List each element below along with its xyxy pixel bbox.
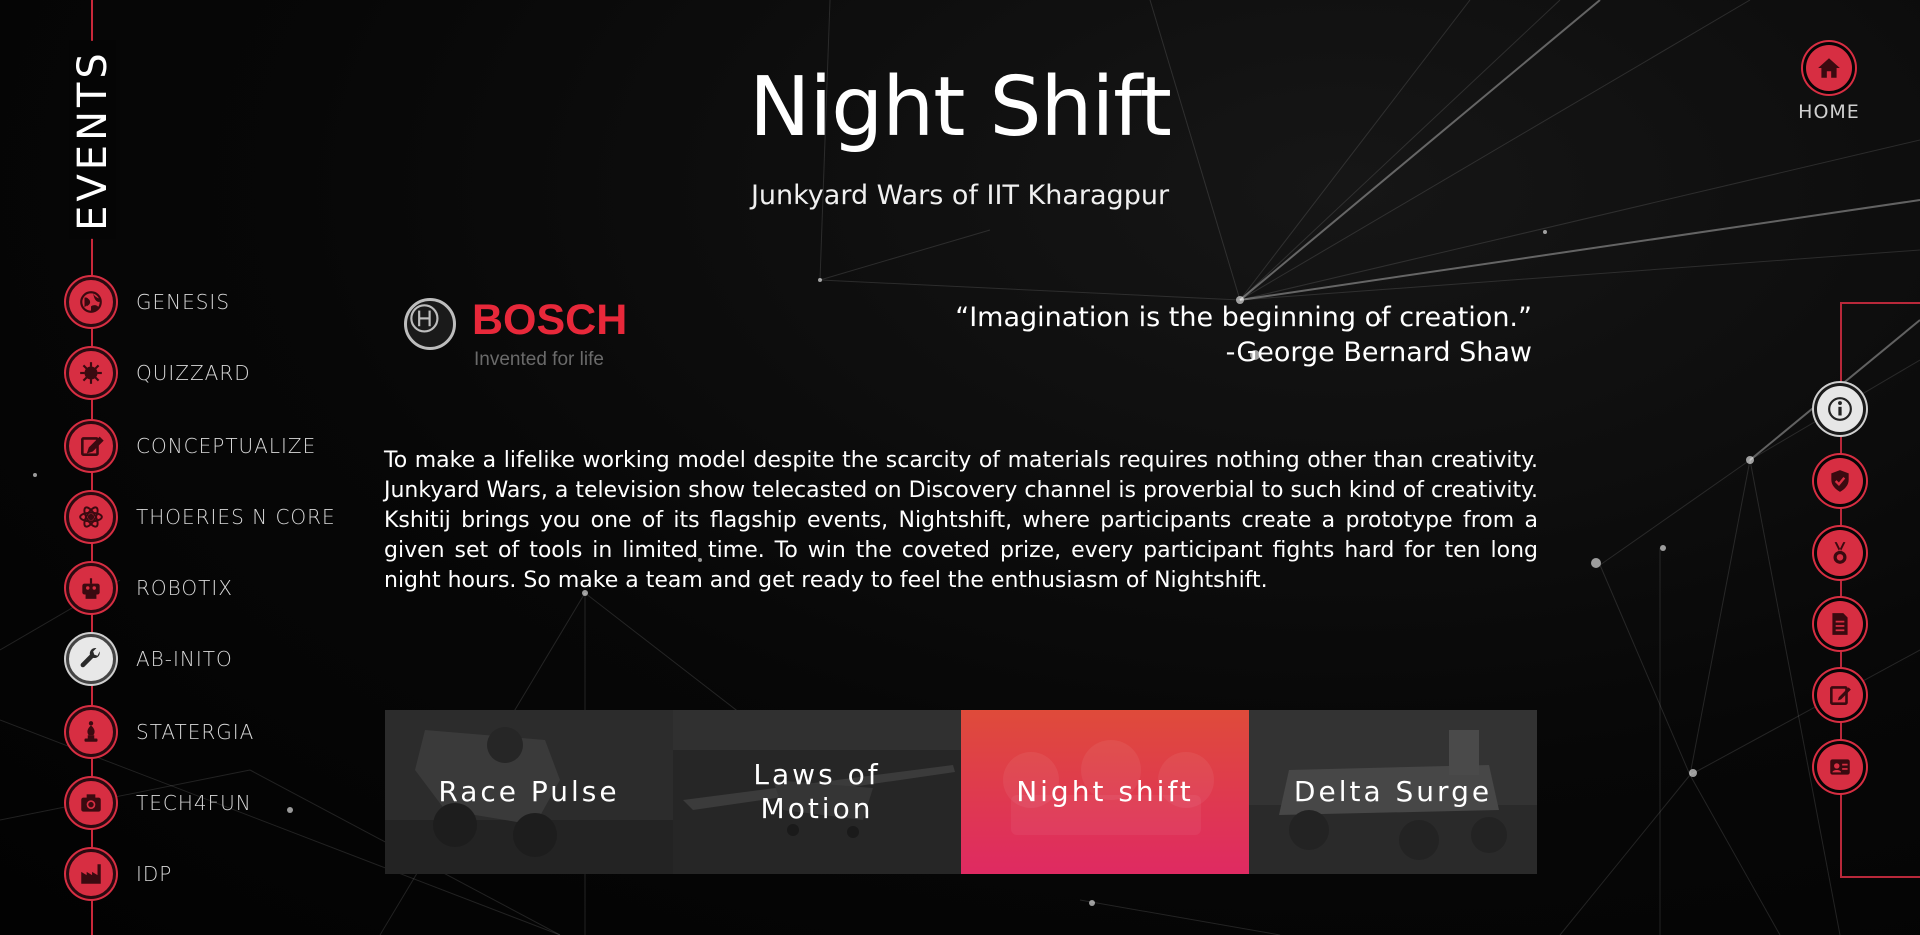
factory-icon <box>66 849 116 899</box>
quote-author: -George Bernard Shaw <box>1225 337 1532 368</box>
events-title: EVENTS <box>38 41 148 239</box>
sidebar-item-label: IDP <box>136 862 173 886</box>
shield-check-icon <box>1831 470 1849 492</box>
sidebar-item-robotix[interactable]: ROBOTIX <box>66 562 233 614</box>
chess-bishop-icon <box>66 707 116 757</box>
page-subtitle: Junkyard Wars of IIT Kharagpur <box>750 180 1170 211</box>
prizes-button[interactable] <box>1817 530 1863 576</box>
sidebar-item-label: STATERGIA <box>136 720 255 744</box>
sidebar-item-ab-inito[interactable]: AB-INITO <box>66 633 233 685</box>
card-label: Delta Surge <box>1293 775 1493 808</box>
sidebar-item-statergia[interactable]: STATERGIA <box>66 706 254 758</box>
home-label: HOME <box>1798 101 1860 123</box>
edit-icon <box>66 421 116 471</box>
quote-text: “Imagination is the beginning of creatio… <box>955 302 1532 333</box>
card-label: Night shift <box>1016 775 1194 808</box>
sponsor-tagline: Invented for life <box>474 349 604 370</box>
home-icon <box>1806 45 1852 91</box>
document-button[interactable] <box>1817 601 1863 647</box>
sidebar-item-conceptualize[interactable]: CONCEPTUALIZE <box>66 420 316 472</box>
wrench-icon <box>66 634 116 684</box>
info-icon <box>1828 397 1852 421</box>
sidebar-item-label: AB-INITO <box>136 647 233 671</box>
sidebar-item-label: THOERIES N CORE <box>136 505 336 529</box>
medal-icon <box>1833 542 1847 564</box>
sponsor-name: BOSCH <box>472 296 628 344</box>
sidebar-item-label: QUIZZARD <box>136 361 251 385</box>
atom-icon <box>66 492 116 542</box>
robot-icon <box>66 563 116 613</box>
bosch-emblem-icon <box>404 298 456 350</box>
globe-icon <box>66 277 116 327</box>
contact-card-icon <box>1830 759 1850 775</box>
camera-icon <box>66 778 116 828</box>
page: EVENTS GENESIS QUIZZARD CONCEPTUALIZE TH… <box>0 0 1920 935</box>
sidebar-item-thoeries-n-core[interactable]: THOERIES N CORE <box>66 491 336 543</box>
card-laws-of-motion[interactable]: Laws of Motion <box>673 710 961 874</box>
sub-event-cards: Race Pulse Laws of Motion Night shift De… <box>385 710 1538 874</box>
card-delta-surge[interactable]: Delta Surge <box>1249 710 1537 874</box>
register-button[interactable] <box>1817 672 1863 718</box>
card-label: Race Pulse <box>438 775 620 808</box>
contact-button[interactable] <box>1817 744 1863 790</box>
rules-button[interactable] <box>1817 458 1863 504</box>
info-button[interactable] <box>1817 386 1863 432</box>
sidebar-item-idp[interactable]: IDP <box>66 848 172 900</box>
home-button[interactable]: HOME <box>1792 45 1866 123</box>
sidebar-item-tech4fun[interactable]: TECH4FUN <box>66 777 252 829</box>
sidebar-item-label: GENESIS <box>136 290 231 314</box>
card-label: Laws of Motion <box>753 758 881 825</box>
card-race-pulse[interactable]: Race Pulse <box>385 710 673 874</box>
event-description: To make a lifelike working model despite… <box>384 448 1538 593</box>
card-night-shift[interactable]: Night shift <box>961 710 1249 874</box>
document-icon <box>1832 613 1848 635</box>
virus-icon <box>66 348 116 398</box>
edit-icon <box>1830 686 1851 705</box>
sidebar-item-genesis[interactable]: GENESIS <box>66 276 230 328</box>
events-title-text: EVENTS <box>70 41 116 239</box>
sidebar-item-label: ROBOTIX <box>136 576 233 600</box>
sidebar-item-label: TECH4FUN <box>136 791 252 815</box>
page-title: Night Shift <box>749 60 1172 155</box>
quote: “Imagination is the beginning of creatio… <box>820 300 1532 370</box>
sponsor-logo: BOSCH Invented for life <box>404 296 634 376</box>
sidebar-item-quizzard[interactable]: QUIZZARD <box>66 347 251 399</box>
sidebar-item-label: CONCEPTUALIZE <box>136 434 317 458</box>
